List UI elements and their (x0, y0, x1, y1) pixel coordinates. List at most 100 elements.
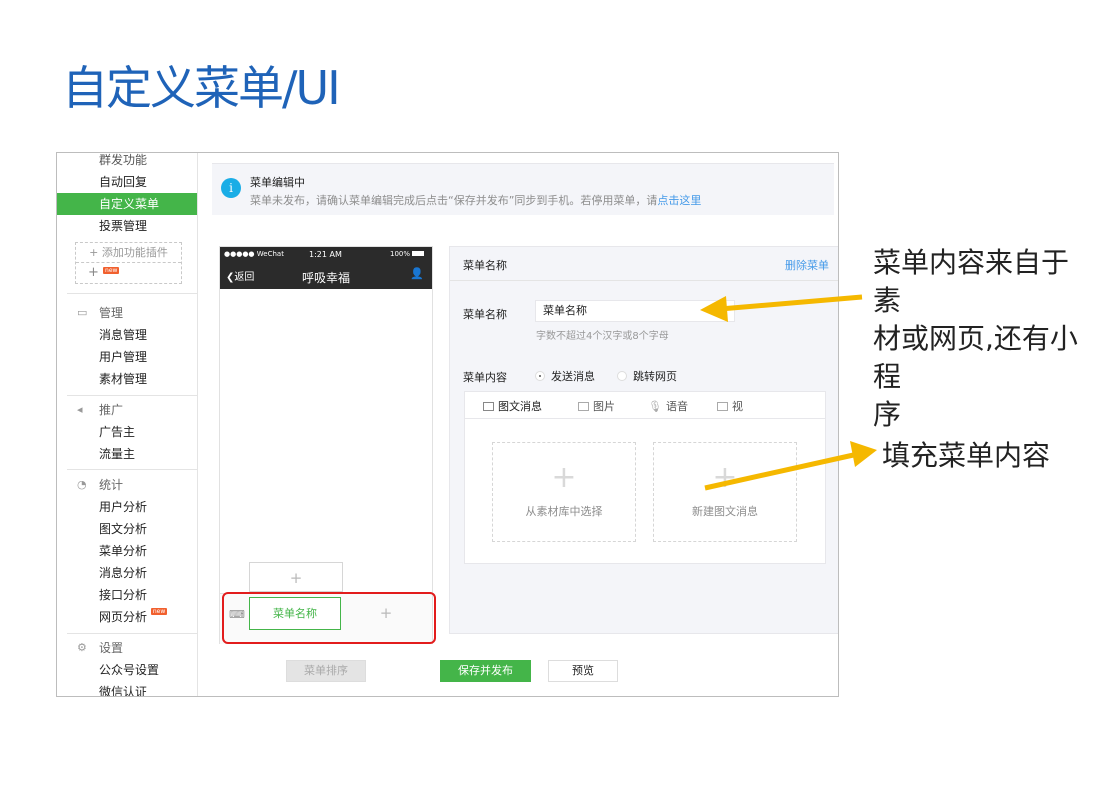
radio-label: 发送消息 (551, 370, 595, 383)
editor-header: 菜单名称 (463, 259, 507, 272)
notice-text: 菜单未发布，请确认菜单编辑完成后点击“保存并发布”同步到手机。若停用菜单，请点击… (250, 192, 701, 208)
annotation-line: 材或网页,还有小程 (873, 322, 1078, 393)
inbox-icon: ▭ (77, 306, 88, 319)
sidebar-item-custom-menu[interactable]: 自定义菜单 (57, 193, 197, 215)
slide-title: 自定义菜单/UI (62, 61, 341, 115)
tab-voice[interactable]: 🎙 语音 (648, 398, 688, 414)
group-title: 设置 (99, 641, 124, 655)
battery-icon (412, 251, 424, 256)
sidebar-item-mass-send[interactable]: 群发功能 (57, 153, 197, 171)
sidebar-item-messages[interactable]: 消息管理 (57, 324, 197, 346)
new-badge: new (103, 267, 120, 274)
phone-carrier: ●●●●● WeChat (224, 250, 284, 258)
sidebar-group-manage: ▭ 管理 (77, 302, 123, 324)
annotation-line: 序 (873, 398, 902, 431)
user-icon[interactable]: 👤 (410, 267, 424, 280)
sidebar-item-users[interactable]: 用户管理 (57, 346, 197, 368)
name-label: 菜单名称 (463, 308, 507, 321)
pie-chart-icon: ◔ (77, 478, 87, 491)
info-icon: i (221, 178, 241, 198)
article-icon (483, 402, 494, 411)
plugin-add-icon[interactable]: + new (88, 265, 120, 280)
sort-menu-button[interactable]: 菜单排序 (286, 660, 366, 682)
phone-title: 呼吸幸福 (301, 271, 350, 285)
radio-dot (617, 371, 627, 381)
plugin-box: + 添加功能插件 + new (75, 242, 182, 284)
tab-image[interactable]: 图片 (578, 398, 615, 414)
tab-label: 视 (732, 400, 743, 413)
name-hint: 字数不超过4个汉字或8个字母 (536, 331, 669, 342)
sidebar-item-verification[interactable]: 微信认证 (57, 681, 197, 696)
image-icon (578, 402, 589, 411)
add-plugin-button[interactable]: + 添加功能插件 (76, 243, 181, 263)
annotation-source: 菜单内容来自于素 材或网页,还有小程 序 (873, 244, 1093, 434)
sidebar-item-account-settings[interactable]: 公众号设置 (57, 659, 197, 681)
content-box: 图文消息 图片 🎙 语音 视 + 从素材库中选择 + 新建图文消息 (464, 391, 826, 564)
divider (67, 293, 197, 294)
tab-article[interactable]: 图文消息 (483, 398, 542, 414)
phone-header: ●●●●● WeChat 1:21 AM 100% ❮返回 呼吸幸福 👤 (220, 247, 432, 289)
add-plugin-label: 添加功能插件 (101, 246, 168, 259)
divider (67, 469, 197, 470)
gear-icon: ⚙ (77, 641, 87, 654)
arrow-head (850, 441, 877, 467)
menu-editor: 菜单名称 删除菜单 菜单名称 菜单名称 字数不超过4个汉字或8个字母 菜单内容 … (449, 246, 838, 634)
sidebar-item-auto-reply[interactable]: 自动回复 (57, 171, 197, 193)
notice-link[interactable]: 点击这里 (657, 194, 701, 207)
radio-jump-webpage[interactable]: 跳转网页 (617, 368, 677, 384)
sidebar-item-menu-analytics[interactable]: 菜单分析 (57, 540, 197, 562)
sidebar-item-web-analytics[interactable]: 网页分析 new (57, 606, 197, 628)
new-badge: new (150, 608, 168, 615)
item-label: 网页分析 (99, 610, 148, 624)
group-title: 管理 (99, 306, 124, 320)
sidebar-item-traffic[interactable]: 流量主 (57, 443, 197, 465)
sidebar-group-settings: ⚙ 设置 (77, 637, 123, 659)
add-submenu-button[interactable]: + (249, 562, 343, 592)
phone-battery: 100% (390, 250, 411, 258)
sidebar-group-stats: ◔ 统计 (77, 474, 123, 496)
radio-label: 跳转网页 (633, 370, 677, 383)
pick-library-label: 从素材库中选择 (525, 505, 603, 518)
sidebar-item-materials[interactable]: 素材管理 (57, 368, 197, 390)
video-icon (717, 402, 728, 411)
notice-banner: i 菜单编辑中 菜单未发布，请确认菜单编辑完成后点击“保存并发布”同步到手机。若… (212, 163, 834, 215)
content-label: 菜单内容 (463, 371, 507, 384)
tab-label: 语音 (665, 400, 688, 413)
radio-send-message[interactable]: 发送消息 (535, 368, 595, 384)
menu-name-input[interactable]: 菜单名称 (535, 300, 735, 322)
save-publish-button[interactable]: 保存并发布 (440, 660, 531, 682)
annotation-fill: 填充菜单内容 (882, 439, 1051, 472)
create-new-article[interactable]: + 新建图文消息 (653, 442, 797, 542)
annotation-line: 菜单内容来自于素 (873, 246, 1070, 317)
preview-button[interactable]: 预览 (548, 660, 618, 682)
divider (67, 395, 197, 396)
sidebar-item-article-analytics[interactable]: 图文分析 (57, 518, 197, 540)
group-title: 统计 (99, 478, 124, 492)
megaphone-icon: ◂ (77, 403, 83, 416)
tab-video[interactable]: 视 (717, 398, 743, 414)
delete-menu-link[interactable]: 删除菜单 (785, 257, 829, 273)
radio-dot-checked (535, 371, 545, 381)
tab-label: 图文消息 (498, 400, 542, 413)
wechat-admin-window: 群发功能 自动回复 自定义菜单 投票管理 + 添加功能插件 + new ▭ 管理 … (56, 152, 839, 697)
divider (450, 280, 838, 281)
tab-label: 图片 (593, 400, 615, 413)
plus-icon: + (712, 460, 738, 495)
group-title: 推广 (99, 403, 124, 417)
sidebar-item-user-analytics[interactable]: 用户分析 (57, 496, 197, 518)
plus-icon: + (551, 460, 577, 495)
pick-new-label: 新建图文消息 (692, 505, 758, 518)
sidebar-item-vote[interactable]: 投票管理 (57, 215, 197, 237)
sidebar-item-api-analytics[interactable]: 接口分析 (57, 584, 197, 606)
sidebar-group-promote: ◂ 推广 (77, 399, 123, 421)
sidebar-item-advertiser[interactable]: 广告主 (57, 421, 197, 443)
content-tabs: 图文消息 图片 🎙 语音 视 (465, 392, 825, 419)
phone-time: 1:21 AM (309, 250, 342, 259)
notice-body: 菜单未发布，请确认菜单编辑完成后点击“保存并发布”同步到手机。若停用菜单，请 (250, 194, 658, 207)
pick-from-library[interactable]: + 从素材库中选择 (492, 442, 636, 542)
divider (67, 633, 197, 634)
sidebar-item-message-analytics[interactable]: 消息分析 (57, 562, 197, 584)
highlight-box (222, 592, 436, 644)
mic-icon: 🎙 (648, 400, 662, 413)
phone-preview: ●●●●● WeChat 1:21 AM 100% ❮返回 呼吸幸福 👤 + ⌨… (219, 246, 433, 644)
